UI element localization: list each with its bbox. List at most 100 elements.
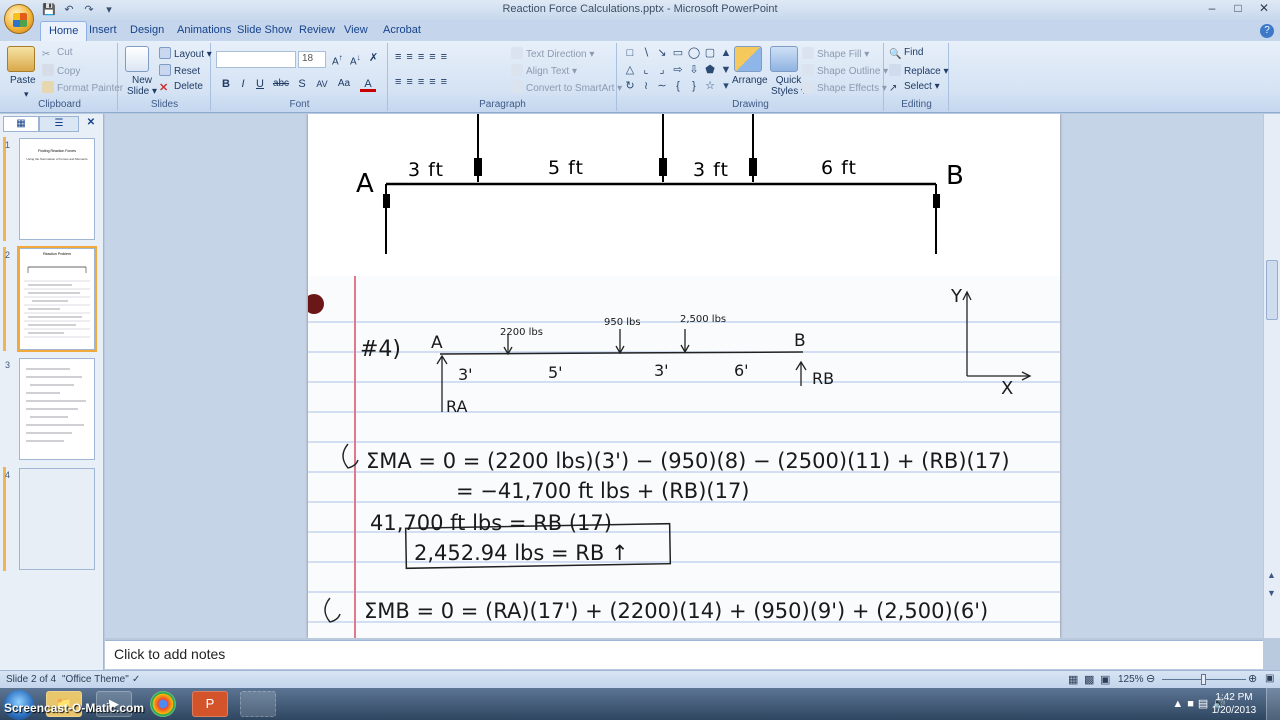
strikethrough-button[interactable]: abc [270, 76, 292, 92]
replace-button[interactable]: Replace ▾ [889, 64, 949, 77]
convert-smartart-button[interactable]: Convert to SmartArt ▾ [511, 81, 622, 94]
arrow-line-shape-icon[interactable]: ↘ [655, 46, 669, 61]
vertical-scrollbar[interactable]: ▲ ▼ [1263, 114, 1280, 638]
close-panel-icon[interactable]: ✕ [83, 116, 99, 132]
zoom-out-icon[interactable]: ⊖ [1146, 672, 1155, 685]
change-case-button[interactable]: Aa [334, 76, 354, 92]
sorter-view-icon[interactable]: ▩ [1084, 673, 1094, 686]
screen-recorder-icon[interactable] [240, 691, 276, 717]
character-spacing-button[interactable]: AV [312, 76, 332, 92]
clock[interactable]: 1:42 PM 1/20/2013 [1208, 691, 1260, 717]
prev-slide-icon[interactable]: ▲ [1267, 570, 1276, 580]
tab-review[interactable]: Review [299, 24, 335, 36]
new-slide-icon[interactable] [125, 46, 149, 72]
shapes-gallery[interactable]: □ ∖ ↘ ▭ ◯ ▢ ▲ △ ⌞ ⌟ ⇨ ⇩ ⬟ ▼ ↻ ≀ ∼ { } ☆ … [623, 46, 731, 94]
new-slide-button[interactable]: New Slide ▾ [127, 75, 157, 97]
zoom-slider-thumb[interactable] [1201, 674, 1206, 685]
tab-design[interactable]: Design [130, 24, 164, 36]
tab-home[interactable]: Home [40, 21, 88, 41]
line-shape-icon[interactable]: ∖ [639, 46, 653, 61]
tab-slides-view[interactable]: ▦ [3, 116, 39, 132]
arrange-button[interactable]: Arrange [732, 75, 768, 86]
underline-button[interactable]: U [252, 76, 268, 92]
layout-button[interactable]: Layout ▾ [159, 47, 212, 60]
close-icon[interactable]: ✕ [1252, 1, 1276, 17]
font-color-button[interactable]: A [360, 76, 376, 92]
tab-view[interactable]: View [344, 24, 368, 36]
copy-button[interactable]: Copy [42, 64, 80, 77]
slideshow-view-icon[interactable]: ▣ [1100, 673, 1110, 686]
shrink-font-button[interactable]: A↓ [350, 52, 361, 67]
elbow-shape-icon[interactable]: ⌞ [639, 63, 653, 78]
slide-thumbnail-1[interactable]: Finding Reaction Forces Using the Summat… [19, 138, 95, 240]
slide-thumbnail-4[interactable] [19, 468, 95, 570]
wave-shape-icon[interactable]: ∼ [655, 79, 669, 94]
rectangle-shape-icon[interactable]: □ [623, 46, 637, 61]
font-size-combo[interactable]: 18 [298, 51, 326, 68]
rect-shape-icon[interactable]: ▭ [671, 46, 685, 61]
slide-canvas[interactable]: A B 3 ft 5 ft 3 ft 6 ft #4) 2200 lbs 950… [308, 114, 1060, 638]
chrome-icon[interactable] [150, 691, 176, 717]
tab-slide-show[interactable]: Slide Show [237, 24, 292, 36]
zoom-level[interactable]: 125% [1118, 674, 1144, 685]
fit-slide-icon[interactable]: ▣ [1265, 673, 1274, 684]
text-direction-button[interactable]: Text Direction ▾ [511, 47, 594, 60]
align-text-button[interactable]: Align Text ▾ [511, 64, 577, 77]
shape-fill-button[interactable]: Shape Fill ▾ [802, 47, 869, 60]
format-painter-button[interactable]: Format Painter [42, 81, 123, 94]
shape-effects-button[interactable]: Shape Effects ▾ [802, 81, 887, 94]
star-shape-icon[interactable]: ☆ [703, 79, 717, 94]
reset-button[interactable]: Reset [159, 64, 200, 77]
triangle-shape-icon[interactable]: △ [623, 63, 637, 78]
right-arrow-shape-icon[interactable]: ⇨ [671, 63, 685, 78]
shape-outline-button[interactable]: Shape Outline ▾ [802, 64, 888, 77]
maximize-icon[interactable]: □ [1226, 1, 1250, 17]
shapes-more-icon[interactable]: ▲ [719, 46, 733, 61]
clear-formatting-icon[interactable]: ✗ [369, 51, 378, 64]
bold-button[interactable]: B [218, 76, 234, 92]
oval-shape-icon[interactable]: ◯ [687, 46, 701, 61]
slide-thumbnail-3[interactable] [19, 358, 95, 460]
show-desktop-button[interactable] [1266, 688, 1280, 720]
brace-left-shape-icon[interactable]: { [671, 79, 685, 94]
curve-shape-icon[interactable]: ↻ [623, 79, 637, 94]
notes-pane[interactable]: Click to add notes [105, 640, 1263, 669]
shapes-expand-icon[interactable]: ▾ [719, 79, 733, 94]
list-buttons[interactable]: ≡≡≡≡≡ [395, 51, 452, 63]
slide-thumbnail-2[interactable]: Reaction Problem [17, 246, 97, 352]
arc-shape-icon[interactable]: ≀ [639, 79, 653, 94]
delete-button[interactable]: ✕ Delete [159, 81, 203, 94]
tab-acrobat[interactable]: Acrobat [383, 24, 421, 36]
next-slide-icon[interactable]: ▼ [1267, 588, 1276, 598]
minimize-icon[interactable]: – [1200, 1, 1224, 17]
rounded-rect-shape-icon[interactable]: ▢ [703, 46, 717, 61]
alignment-buttons[interactable]: ≡≡≡≡≡ [395, 76, 452, 88]
powerpoint-taskbar-icon[interactable]: P [192, 691, 228, 717]
help-icon[interactable]: ? [1260, 24, 1274, 38]
connector-shape-icon[interactable]: ⌟ [655, 63, 669, 78]
paste-icon[interactable] [7, 46, 35, 72]
spell-check-icon[interactable]: ✓ [132, 674, 140, 685]
office-button[interactable] [4, 4, 34, 34]
quick-styles-button[interactable]: QuickStyles ▾ [771, 75, 806, 97]
tab-insert[interactable]: Insert [89, 24, 117, 36]
font-name-combo[interactable] [216, 51, 296, 68]
arrange-icon[interactable] [734, 46, 762, 72]
shadow-button[interactable]: S [294, 76, 310, 92]
paste-button[interactable]: Paste [10, 75, 36, 86]
normal-view-icon[interactable]: ▦ [1068, 673, 1078, 686]
cut-button[interactable]: ✂ Cut [42, 47, 73, 61]
find-button[interactable]: 🔍 Find [889, 47, 923, 61]
shapes-scroll-icon[interactable]: ▼ [719, 63, 733, 78]
pentagon-shape-icon[interactable]: ⬟ [703, 63, 717, 78]
tab-animations[interactable]: Animations [177, 24, 231, 36]
grow-font-button[interactable]: A↑ [332, 52, 343, 67]
quick-styles-icon[interactable] [770, 46, 798, 72]
italic-button[interactable]: I [235, 76, 251, 92]
zoom-in-icon[interactable]: ⊕ [1248, 672, 1257, 685]
select-button[interactable]: ↗ Select ▾ [889, 81, 940, 95]
down-arrow-shape-icon[interactable]: ⇩ [687, 63, 701, 78]
brace-right-shape-icon[interactable]: } [687, 79, 701, 94]
tab-outline-view[interactable]: ☰ [39, 116, 79, 132]
scrollbar-thumb[interactable] [1266, 260, 1278, 320]
